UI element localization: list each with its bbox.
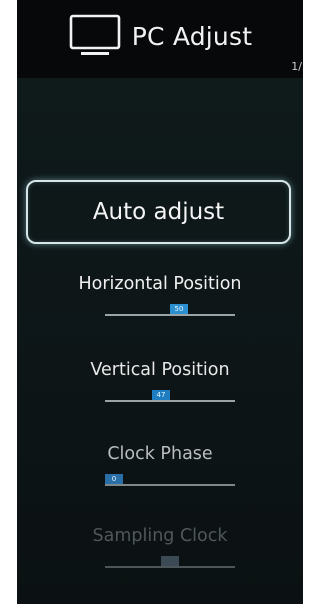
setting-label: Vertical Position — [90, 360, 230, 380]
settings-panel: Auto adjust Horizontal Position 50 Verti… — [17, 78, 303, 604]
header-title-row: PC Adjust — [17, 14, 303, 58]
slider-thumb[interactable] — [161, 556, 179, 566]
tv-screen: PC Adjust 1/5 Auto adjust Horizontal Pos… — [17, 0, 303, 604]
slider-track[interactable]: 0 — [105, 474, 235, 486]
setting-label: Horizontal Position — [78, 274, 242, 294]
monitor-icon — [69, 14, 121, 55]
page-title: PC Adjust — [131, 21, 253, 51]
page-indicator: 1/5 — [291, 60, 303, 73]
setting-label: Clock Phase — [107, 444, 213, 464]
auto-adjust-label: Auto adjust — [92, 199, 225, 225]
slider-track[interactable]: 50 — [105, 304, 235, 316]
setting-label: Sampling Clock — [92, 526, 228, 546]
slider-track[interactable]: 47 — [105, 390, 235, 402]
slider-track[interactable] — [105, 556, 235, 568]
slider-thumb[interactable]: 50 — [170, 304, 188, 314]
header-bar: PC Adjust 1/5 — [17, 0, 303, 78]
auto-adjust-button[interactable]: Auto adjust — [26, 180, 291, 244]
slider-thumb[interactable]: 0 — [105, 474, 123, 484]
slider-thumb[interactable]: 47 — [152, 390, 170, 400]
